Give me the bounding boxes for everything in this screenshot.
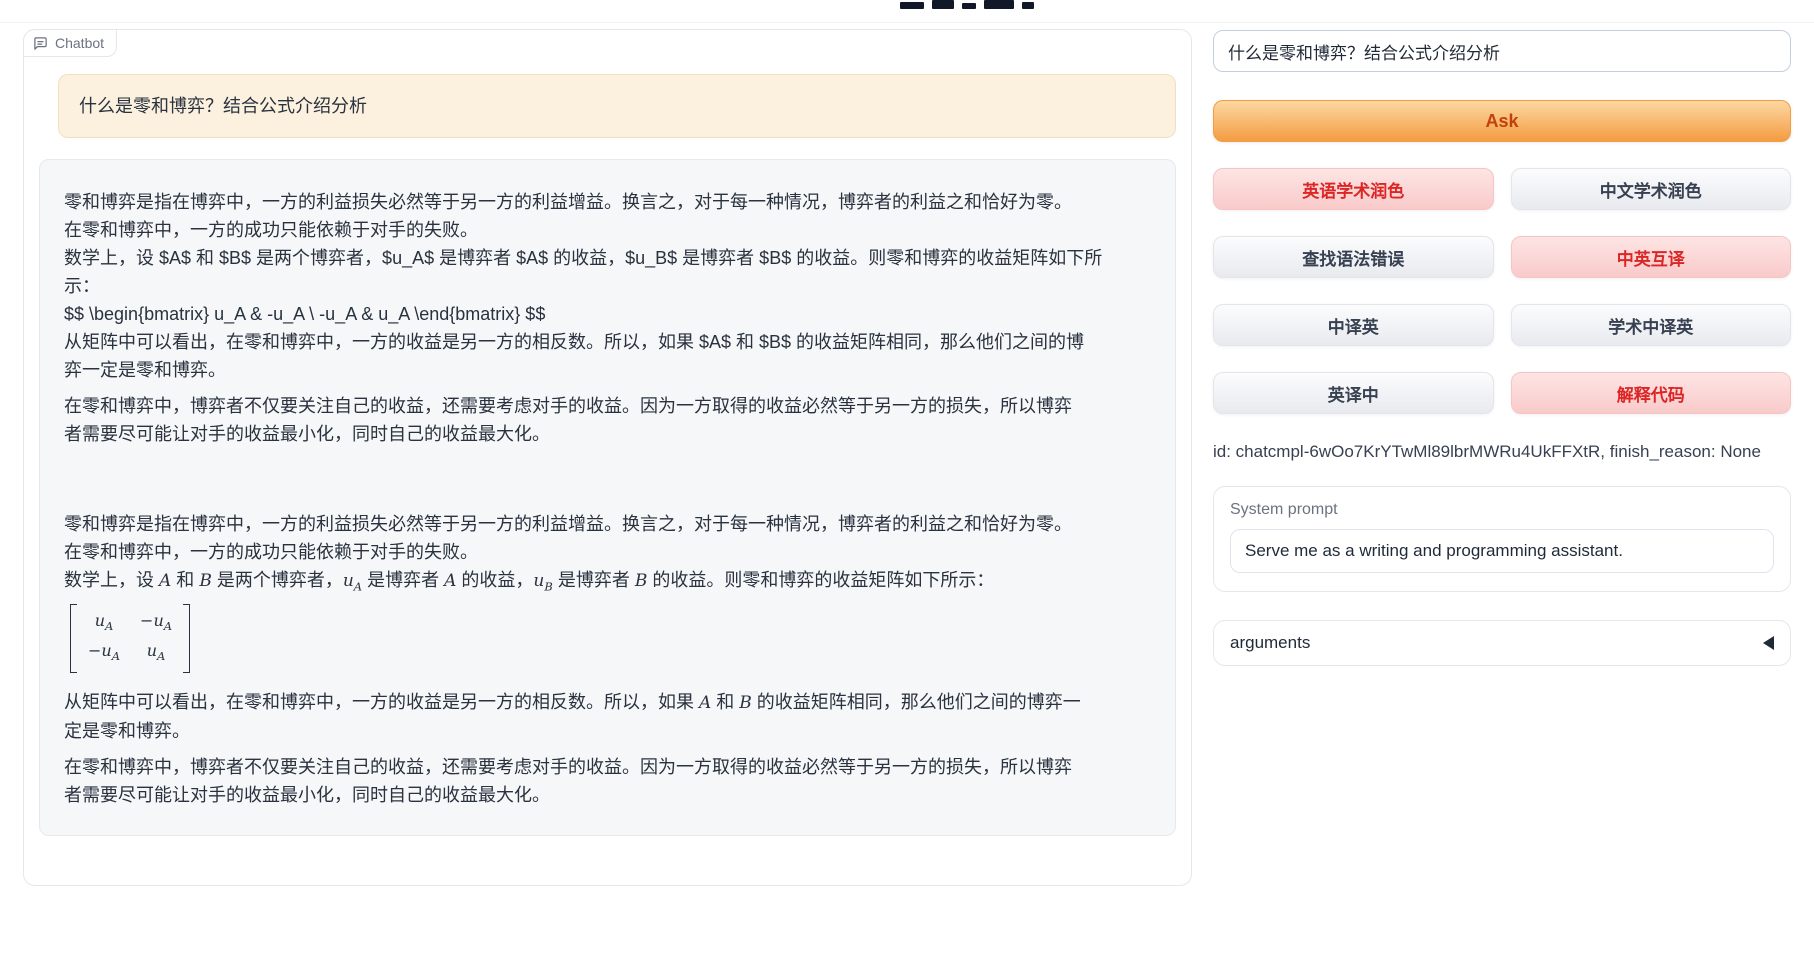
bot-paragraph: 从矩阵中可以看出，在零和博弈中，一方的收益是另一方的相反数。所以，如果 A 和 …	[64, 688, 1151, 745]
math-inline: −uA	[140, 609, 172, 638]
clipped-page-title	[900, 0, 1040, 9]
message-line: 数学上，设 $A$ 和 $B$ 是两个博弈者，$u_A$ 是博弈者 $A$ 的收…	[64, 244, 1151, 272]
bot-paragraph: 零和博弈是指在博弈中，一方的利益损失必然等于另一方的利益增益。换言之，对于每一种…	[64, 510, 1151, 600]
quick-action-button[interactable]: 英语学术润色	[1213, 168, 1494, 210]
math-inline: uA	[343, 571, 362, 591]
completion-status-text: id: chatcmpl-6wOo7KrYTwMl89lbrMWRu4UkFFX…	[1213, 442, 1791, 462]
message-line: 弈一定是零和博弈。	[64, 356, 1151, 384]
caret-left-icon	[1763, 636, 1774, 650]
chat-bubble-icon	[33, 36, 48, 51]
math-matrix: uA−uA−uAuA	[70, 604, 1151, 677]
bot-message: 零和博弈是指在博弈中，一方的利益损失必然等于另一方的利益增益。换言之，对于每一种…	[39, 159, 1176, 836]
message-list: 什么是零和博弈？结合公式介绍分析 零和博弈是指在博弈中，一方的利益损失必然等于另…	[24, 30, 1191, 836]
message-line: 定是零和博弈。	[64, 717, 1151, 745]
quick-action-button[interactable]: 解释代码	[1511, 372, 1792, 414]
chatbot-label-text: Chatbot	[55, 35, 104, 51]
quick-action-button[interactable]: 中英互译	[1511, 236, 1792, 278]
math-inline: A	[159, 571, 171, 591]
chatbot-panel: Chatbot 什么是零和博弈？结合公式介绍分析 零和博弈是指在博弈中，一方的利…	[23, 29, 1192, 886]
message-line: 零和博弈是指在博弈中，一方的利益损失必然等于另一方的利益增益。换言之，对于每一种…	[64, 510, 1151, 538]
chatbot-label: Chatbot	[23, 29, 117, 57]
quick-action-button[interactable]: 查找语法错误	[1213, 236, 1494, 278]
message-line: 零和博弈是指在博弈中，一方的利益损失必然等于另一方的利益增益。换言之，对于每一种…	[64, 188, 1151, 216]
content-divider	[0, 22, 1814, 23]
paragraph-spacer	[64, 448, 1151, 510]
message-line: 者需要尽可能让对手的收益最小化，同时自己的收益最大化。	[64, 781, 1151, 809]
arguments-accordion-label: arguments	[1230, 633, 1310, 653]
arguments-accordion-header[interactable]: arguments	[1213, 620, 1791, 666]
controls-column: Ask 英语学术润色中文学术润色查找语法错误中英互译中译英学术中译英英译中解释代…	[1213, 30, 1791, 666]
message-line: 在零和博弈中，一方的成功只能依赖于对手的失败。	[64, 216, 1151, 244]
message-line: $$ \begin{bmatrix} u_A & -u_A \ -u_A & u…	[64, 300, 1151, 328]
ask-button[interactable]: Ask	[1213, 100, 1791, 142]
math-inline: uB	[533, 571, 552, 591]
system-prompt-label: System prompt	[1230, 501, 1774, 519]
math-inline: A	[699, 693, 711, 713]
bot-paragraph: 零和博弈是指在博弈中，一方的利益损失必然等于另一方的利益增益。换言之，对于每一种…	[64, 188, 1151, 384]
message-line: 者需要尽可能让对手的收益最小化，同时自己的收益最大化。	[64, 420, 1151, 448]
quick-action-button[interactable]: 英译中	[1213, 372, 1494, 414]
math-inline: B	[635, 571, 648, 591]
message-line: 在零和博弈中，博弈者不仅要关注自己的收益，还需要考虑对手的收益。因为一方取得的收…	[64, 753, 1151, 781]
message-line: 从矩阵中可以看出，在零和博弈中，一方的收益是另一方的相反数。所以，如果 A 和 …	[64, 688, 1151, 717]
system-prompt-input[interactable]	[1230, 529, 1774, 573]
math-inline: A	[444, 571, 456, 591]
question-input[interactable]	[1213, 30, 1791, 72]
math-inline: B	[199, 571, 212, 591]
message-line: 从矩阵中可以看出，在零和博弈中，一方的收益是另一方的相反数。所以，如果 $A$ …	[64, 328, 1151, 356]
bot-message-content: 零和博弈是指在博弈中，一方的利益损失必然等于另一方的利益增益。换言之，对于每一种…	[64, 188, 1151, 809]
quick-action-button[interactable]: 中译英	[1213, 304, 1494, 346]
quick-actions-grid: 英语学术润色中文学术润色查找语法错误中英互译中译英学术中译英英译中解释代码	[1213, 168, 1791, 414]
bot-paragraph: 在零和博弈中，博弈者不仅要关注自己的收益，还需要考虑对手的收益。因为一方取得的收…	[64, 392, 1151, 448]
quick-action-button[interactable]: 中文学术润色	[1511, 168, 1792, 210]
math-inline: uA	[147, 639, 166, 668]
message-line: 示：	[64, 272, 1151, 300]
system-prompt-panel: System prompt	[1213, 486, 1791, 592]
quick-action-button[interactable]: 学术中译英	[1511, 304, 1792, 346]
bot-paragraph: 在零和博弈中，博弈者不仅要关注自己的收益，还需要考虑对手的收益。因为一方取得的收…	[64, 753, 1151, 809]
math-inline: −uA	[88, 639, 120, 668]
message-line: 数学上，设 A 和 B 是两个博弈者，uA 是博弈者 A 的收益，uB 是博弈者…	[64, 566, 1151, 600]
user-message: 什么是零和博弈？结合公式介绍分析	[58, 74, 1176, 138]
message-line: 在零和博弈中，博弈者不仅要关注自己的收益，还需要考虑对手的收益。因为一方取得的收…	[64, 392, 1151, 420]
math-inline: B	[739, 693, 752, 713]
message-line: 在零和博弈中，一方的成功只能依赖于对手的失败。	[64, 538, 1151, 566]
math-inline: uA	[95, 609, 114, 638]
